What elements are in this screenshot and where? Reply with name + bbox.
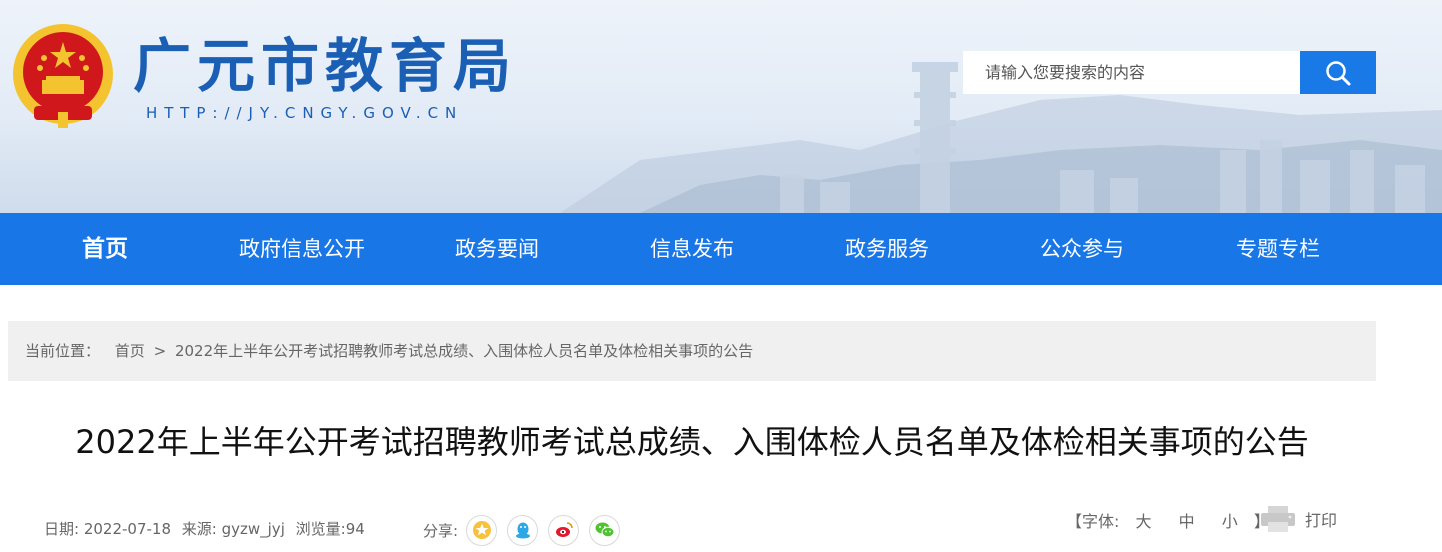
nav-item-gov-news[interactable]: 政务要闻 [437,213,557,285]
share-label: 分享: [423,521,459,540]
qq-share-button[interactable] [507,514,539,546]
national-emblem-logo [13,24,113,128]
article-title: 2022年上半年公开考试招聘教师考试总成绩、入围体检人员名单及体检相关事项的公告 [75,423,1309,461]
nav-item-home[interactable]: 首页 [55,213,155,285]
printer-icon [1261,506,1295,532]
breadcrumb-home-link[interactable]: 首页 [115,342,145,360]
nav-item-gov-service[interactable]: 政务服务 [827,213,947,285]
breadcrumb: 当前位置： 首页 > 2022年上半年公开考试招聘教师考试总成绩、入围体检人员名… [8,321,1376,381]
font-size-control: 【字体: 大 中 小 】 [1066,510,1270,534]
font-medium-button[interactable]: 中 [1179,512,1195,531]
wechat-share-button[interactable] [589,514,621,546]
font-large-button[interactable]: 大 [1136,512,1152,531]
qq-icon [515,522,530,539]
header-banner: 广元市教育局 HTTP://JY.CNGY.GOV.CN [0,0,1442,213]
site-url: HTTP://JY.CNGY.GOV.CN [146,104,464,122]
wechat-icon [595,522,615,538]
font-small-button[interactable]: 小 [1222,512,1238,531]
search-button[interactable] [1300,51,1376,94]
print-button[interactable]: 打印 [1259,504,1337,534]
search-icon [1326,60,1351,85]
star-share-button[interactable] [466,514,498,546]
font-size-prefix: 【字体: [1066,512,1120,531]
share-bar: 分享: [423,514,630,546]
breadcrumb-prefix: 当前位置： [25,342,101,360]
nav-item-topics[interactable]: 专题专栏 [1218,213,1338,285]
star-icon [472,521,491,539]
search-input[interactable] [963,51,1300,94]
article-source: 来源: gyzw_jyj [181,520,285,538]
article-views: 浏览量:94 [295,520,365,538]
article-meta: 日期: 2022-07-18 来源: gyzw_jyj 浏览量:94 [44,518,371,540]
article-date: 日期: 2022-07-18 [44,520,171,538]
weibo-share-button[interactable] [548,514,580,546]
nav-item-public[interactable]: 公众参与 [1022,213,1142,285]
nav-item-gov-info[interactable]: 政府信息公开 [222,213,382,285]
breadcrumb-separator: > [153,342,167,360]
breadcrumb-current-link[interactable]: 2022年上半年公开考试招聘教师考试总成绩、入围体检人员名单及体检相关事项的公告 [175,342,753,360]
weibo-icon [555,522,573,537]
nav-item-info-release[interactable]: 信息发布 [632,213,752,285]
main-nav: 首页 政府信息公开 政务要闻 信息发布 政务服务 公众参与 专题专栏 [0,213,1442,285]
search-box [963,51,1376,94]
print-label: 打印 [1305,511,1338,530]
site-title: 广元市教育局 [133,32,518,100]
